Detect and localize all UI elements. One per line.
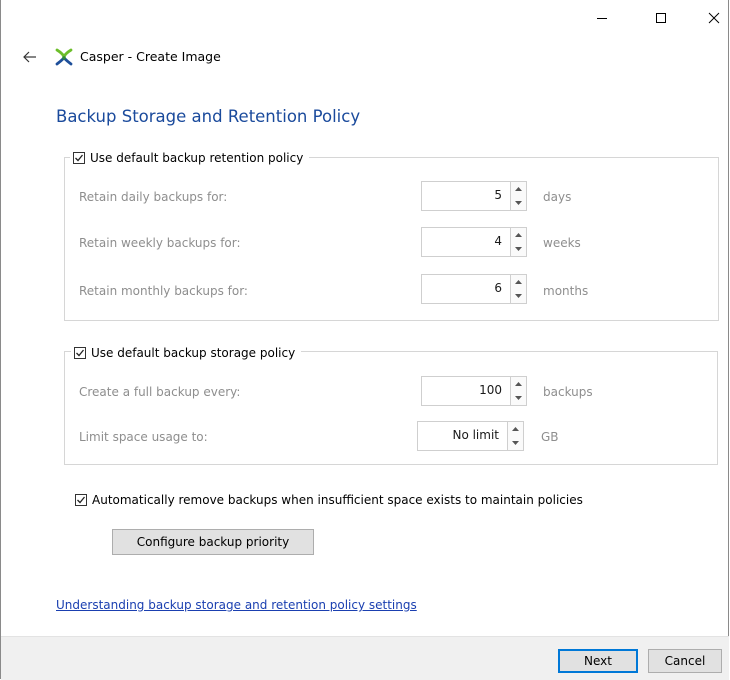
app-window: Casper - Create Image Backup Storage and… bbox=[0, 0, 730, 680]
spinner-buttons bbox=[510, 274, 527, 304]
cancel-button[interactable]: Cancel bbox=[648, 649, 722, 673]
spinner-buttons bbox=[507, 421, 524, 451]
minimize-button[interactable] bbox=[579, 2, 625, 34]
space-limit-down-button[interactable] bbox=[508, 436, 523, 450]
weekly-backups-label: Retain weekly backups for: bbox=[79, 236, 241, 250]
configure-backup-priority-button[interactable]: Configure backup priority bbox=[112, 529, 314, 555]
auto-remove-label: Automatically remove backups when insuff… bbox=[92, 493, 583, 507]
caret-down-icon bbox=[515, 294, 522, 298]
monthly-backups-label: Retain monthly backups for: bbox=[79, 284, 248, 298]
minimize-icon bbox=[597, 18, 607, 19]
casper-logo-icon bbox=[54, 47, 74, 67]
full-backup-up-button[interactable] bbox=[511, 377, 526, 391]
caret-down-icon bbox=[515, 396, 522, 400]
space-limit-unit: GB bbox=[541, 430, 559, 444]
maximize-button[interactable] bbox=[638, 2, 684, 34]
close-button[interactable] bbox=[691, 2, 730, 34]
spinner-buttons bbox=[510, 181, 527, 211]
monthly-backups-up-button[interactable] bbox=[511, 275, 526, 289]
space-limit-value: No limit bbox=[452, 428, 499, 442]
auto-remove-checkbox-row[interactable]: Automatically remove backups when insuff… bbox=[75, 493, 583, 507]
spinner-buttons bbox=[510, 227, 527, 257]
monthly-backups-spinner[interactable]: 6 bbox=[421, 274, 527, 304]
monthly-backups-unit: months bbox=[543, 284, 589, 298]
caret-up-icon bbox=[515, 280, 522, 284]
full-backup-every-unit: backups bbox=[543, 385, 593, 399]
storage-default-checkbox-row[interactable]: Use default backup storage policy bbox=[71, 344, 302, 362]
weekly-backups-spinner[interactable]: 4 bbox=[421, 227, 527, 257]
back-arrow-icon bbox=[23, 51, 36, 63]
retention-default-checkbox[interactable] bbox=[73, 152, 85, 164]
full-backup-every-value: 100 bbox=[479, 383, 502, 397]
footer-bar: Next Cancel bbox=[1, 636, 729, 680]
checkmark-icon bbox=[75, 154, 84, 162]
auto-remove-checkbox[interactable] bbox=[75, 494, 87, 506]
retention-default-checkbox-row[interactable]: Use default backup retention policy bbox=[70, 149, 310, 167]
caret-down-icon bbox=[515, 201, 522, 205]
daily-backups-value: 5 bbox=[494, 188, 502, 202]
space-limit-label: Limit space usage to: bbox=[79, 430, 208, 444]
full-backup-down-button[interactable] bbox=[511, 391, 526, 405]
weekly-backups-unit: weeks bbox=[543, 236, 581, 250]
space-limit-up-button[interactable] bbox=[508, 422, 523, 436]
checkmark-icon bbox=[76, 349, 85, 357]
retention-default-label: Use default backup retention policy bbox=[90, 151, 304, 165]
next-button[interactable]: Next bbox=[558, 649, 638, 673]
caret-down-icon bbox=[515, 247, 522, 251]
caret-down-icon bbox=[512, 441, 519, 445]
storage-policy-group bbox=[64, 351, 718, 465]
page-title: Backup Storage and Retention Policy bbox=[56, 107, 361, 126]
retention-policy-help-link[interactable]: Understanding backup storage and retenti… bbox=[56, 598, 417, 612]
storage-default-checkbox[interactable] bbox=[74, 347, 86, 359]
caret-up-icon bbox=[512, 427, 519, 431]
window-title: Casper - Create Image bbox=[80, 49, 221, 64]
spinner-buttons bbox=[510, 376, 527, 406]
daily-backups-down-button[interactable] bbox=[511, 196, 526, 210]
daily-backups-unit: days bbox=[543, 190, 572, 204]
space-limit-spinner[interactable]: No limit bbox=[417, 421, 524, 451]
monthly-backups-value: 6 bbox=[494, 281, 502, 295]
weekly-backups-down-button[interactable] bbox=[511, 242, 526, 256]
storage-default-label: Use default backup storage policy bbox=[91, 346, 296, 360]
daily-backups-up-button[interactable] bbox=[511, 182, 526, 196]
caret-up-icon bbox=[515, 382, 522, 386]
caret-up-icon bbox=[515, 233, 522, 237]
monthly-backups-down-button[interactable] bbox=[511, 289, 526, 303]
maximize-icon bbox=[656, 13, 666, 23]
daily-backups-spinner[interactable]: 5 bbox=[421, 181, 527, 211]
daily-backups-label: Retain daily backups for: bbox=[79, 190, 228, 204]
full-backup-every-spinner[interactable]: 100 bbox=[421, 376, 527, 406]
weekly-backups-value: 4 bbox=[494, 234, 502, 248]
caret-up-icon bbox=[515, 187, 522, 191]
back-button[interactable] bbox=[20, 48, 42, 66]
checkmark-icon bbox=[77, 496, 86, 504]
full-backup-every-label: Create a full backup every: bbox=[79, 385, 241, 399]
close-icon bbox=[708, 12, 720, 24]
weekly-backups-up-button[interactable] bbox=[511, 228, 526, 242]
